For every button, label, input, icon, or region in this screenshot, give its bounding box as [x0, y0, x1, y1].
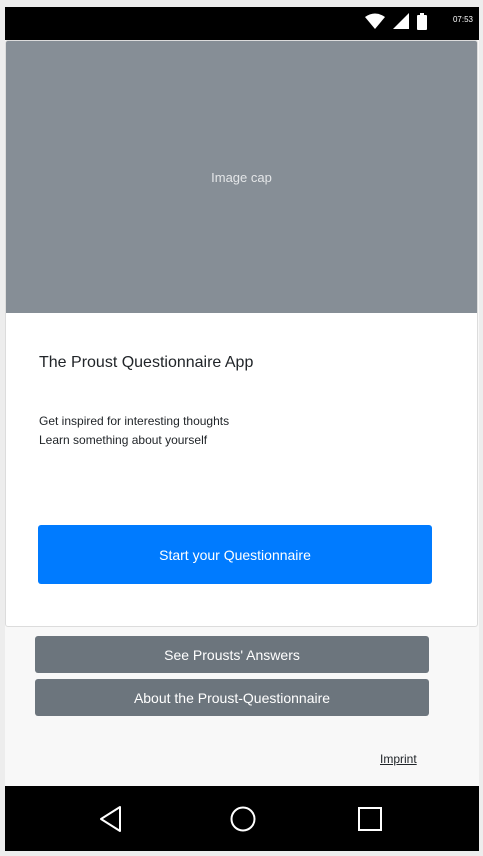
card-text: Get inspired for interesting thoughts Le… [39, 412, 229, 450]
android-nav-bar [5, 786, 479, 851]
card-image-placeholder: Image cap [6, 41, 477, 313]
wifi-icon [364, 13, 385, 34]
back-icon[interactable] [95, 803, 127, 835]
start-questionnaire-button[interactable]: Start your Questionnaire [38, 525, 432, 584]
image-cap-label: Image cap [211, 169, 272, 185]
device-screen: 07:53 Image cap The Proust Questionnaire… [5, 7, 479, 851]
home-icon[interactable] [227, 803, 259, 835]
card-text-line: Get inspired for interesting thoughts [39, 414, 230, 428]
status-bar: 07:53 [5, 7, 479, 40]
status-icons: 07:53 [364, 7, 473, 40]
see-answers-button[interactable]: See Prousts' Answers [35, 636, 429, 673]
imprint-link[interactable]: Imprint [380, 752, 417, 766]
card-text-line: Learn something about yourself [39, 433, 208, 447]
card-title: The Proust Questionnaire App [39, 354, 254, 371]
intro-card: Image cap The Proust Questionnaire App G… [5, 40, 478, 627]
status-time: 07:53 [452, 15, 473, 24]
about-questionnaire-button[interactable]: About the Proust-Questionnaire [35, 679, 429, 716]
recent-apps-icon[interactable] [354, 803, 386, 835]
battery-icon [416, 12, 427, 35]
signal-icon [392, 13, 409, 34]
